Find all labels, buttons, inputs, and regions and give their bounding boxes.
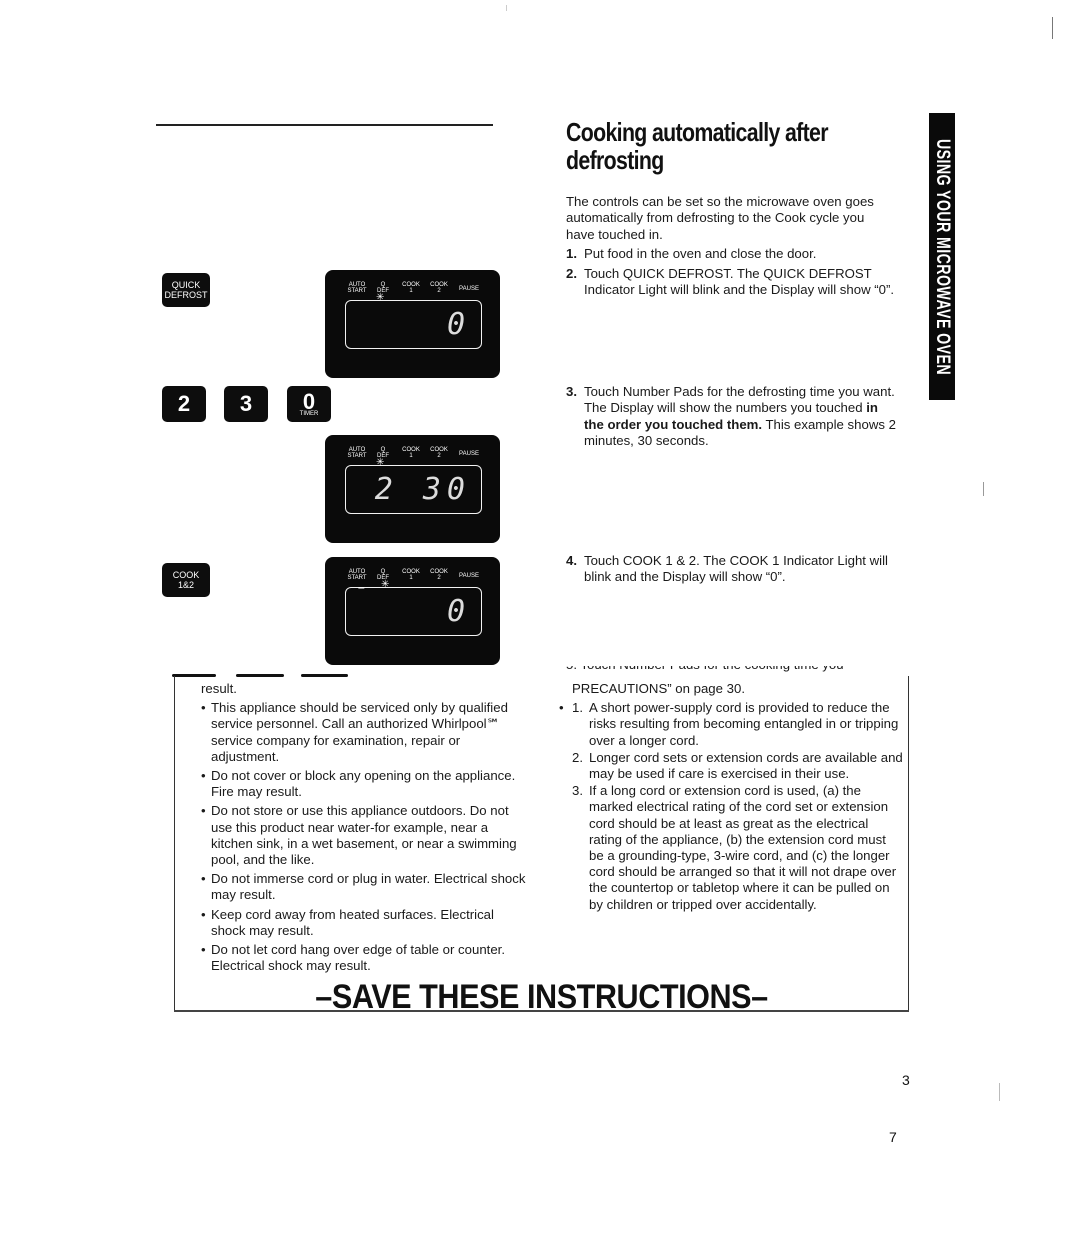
display-digits: 2 30 bbox=[374, 472, 471, 507]
list-item: 3. If a long cord or extension cord is u… bbox=[572, 783, 897, 912]
number-pad-3[interactable]: 3 bbox=[224, 386, 268, 422]
list-item: • Do not store or use this appliance outd… bbox=[201, 803, 517, 868]
indicator-labels: AUTO START Q DEF COOK 1 COOK 2 PAUSE bbox=[347, 569, 479, 581]
page-number: 3 bbox=[902, 1072, 910, 1088]
page-title: Cooking automatically after defrosting bbox=[566, 117, 829, 175]
display-panel-2: AUTO START Q DEF COOK 1 COOK 2 PAUSE ✳ 2 30 bbox=[325, 435, 500, 543]
list-item: • Do not let cord hang over edge of table… bbox=[201, 942, 505, 974]
step-4: 4. Touch COOK 1 & 2. The COOK 1 Indicato… bbox=[566, 553, 896, 586]
step-3: 3. Touch Number Pads for the defrosting … bbox=[566, 384, 901, 450]
step-2: 2. Touch QUICK DEFROST. The QUICK DEFROS… bbox=[566, 266, 896, 299]
border-fragment bbox=[301, 674, 348, 677]
scan-mark bbox=[506, 5, 507, 11]
cut-off-step-5: 5. Touch Number Pads for the cooking tim… bbox=[566, 666, 906, 673]
step-text: Touch COOK 1 & 2. The COOK 1 Indicator L… bbox=[584, 553, 888, 585]
step-number: 4. bbox=[566, 553, 577, 568]
list-item: • Do not immerse cord or plug in water. E… bbox=[201, 871, 526, 903]
display-screen: ✳ 0 bbox=[345, 292, 482, 349]
blinking-indicator-icon: ✳ bbox=[381, 579, 390, 590]
display-screen: ✳ 2 30 bbox=[345, 457, 482, 514]
intro-text: The controls can be set so the microwave… bbox=[566, 194, 874, 242]
step-text: Touch Number Pads for the defrosting tim… bbox=[584, 384, 896, 449]
step-number: 1. bbox=[566, 246, 577, 262]
step-number: 3. bbox=[566, 384, 577, 399]
continued-text: result. bbox=[201, 681, 237, 696]
section-tab: USING YOUR MICROWAVE OVEN bbox=[929, 113, 955, 400]
display-screen: – ✳ 0 bbox=[345, 579, 482, 636]
box-border-left bbox=[174, 676, 175, 1011]
scan-mark bbox=[1052, 17, 1053, 39]
list-item: • Do not cover or block any opening on th… bbox=[201, 768, 516, 800]
border-fragment bbox=[236, 674, 284, 677]
scan-mark bbox=[999, 1083, 1000, 1101]
step-number: 2. bbox=[566, 265, 577, 281]
list-item: • Keep cord away from heated surfaces. El… bbox=[201, 906, 494, 938]
border-fragment bbox=[172, 674, 216, 677]
display-panel-1: AUTO START Q DEF COOK 1 COOK 2 PAUSE ✳ 0 bbox=[325, 270, 500, 378]
instructions-block-1: The controls can be set so the microwave… bbox=[566, 194, 896, 298]
section-tab-label: USING YOUR MICROWAVE OVEN bbox=[932, 138, 953, 375]
display-digits: 0 bbox=[446, 594, 471, 629]
step-text: Put food in the oven and close the door. bbox=[584, 246, 817, 262]
list-item: • This appliance should be serviced only … bbox=[201, 700, 508, 764]
safety-list-right: PRECAUTIONS” on page 30. • 1. A short po… bbox=[559, 681, 904, 913]
page-number: 7 bbox=[889, 1129, 897, 1145]
continued-text: PRECAUTIONS” on page 30. bbox=[572, 681, 745, 696]
list-item: • 1. A short power-supply cord is provid… bbox=[559, 700, 899, 748]
box-border-right bbox=[908, 676, 909, 1011]
indicator-labels: AUTO START Q DEF COOK 1 COOK 2 PAUSE bbox=[347, 282, 479, 294]
number-pad-2[interactable]: 2 bbox=[162, 386, 206, 422]
blinking-indicator-icon: ✳ bbox=[376, 292, 385, 303]
save-instructions-banner: –SAVE THESE INSTRUCTIONS– bbox=[315, 978, 768, 1016]
step-1: 1. Put food in the oven and close the do… bbox=[566, 246, 896, 262]
blinking-indicator-icon: ✳ bbox=[376, 457, 385, 468]
top-rule bbox=[156, 124, 493, 126]
safety-list-left: result. • This appliance should be servic… bbox=[201, 681, 531, 974]
number-pad-0-timer[interactable]: 0 TIMER bbox=[287, 386, 331, 422]
indicator-labels: AUTO START Q DEF COOK 1 COOK 2 PAUSE bbox=[347, 447, 479, 459]
step-text: Touch QUICK DEFROST. The QUICK DEFROST I… bbox=[584, 265, 895, 298]
cook-1-2-pad[interactable]: COOK 1&2 bbox=[162, 563, 210, 597]
list-item: 2. Longer cord sets or extension cords a… bbox=[572, 749, 903, 782]
quick-defrost-pad[interactable]: QUICK DEFROST bbox=[162, 273, 210, 307]
display-panel-3: AUTO START Q DEF COOK 1 COOK 2 PAUSE – ✳ 0 bbox=[325, 557, 500, 665]
q-def-indicator-dash: – bbox=[358, 580, 365, 594]
scan-mark bbox=[983, 482, 984, 496]
display-digits: 0 bbox=[446, 307, 471, 342]
